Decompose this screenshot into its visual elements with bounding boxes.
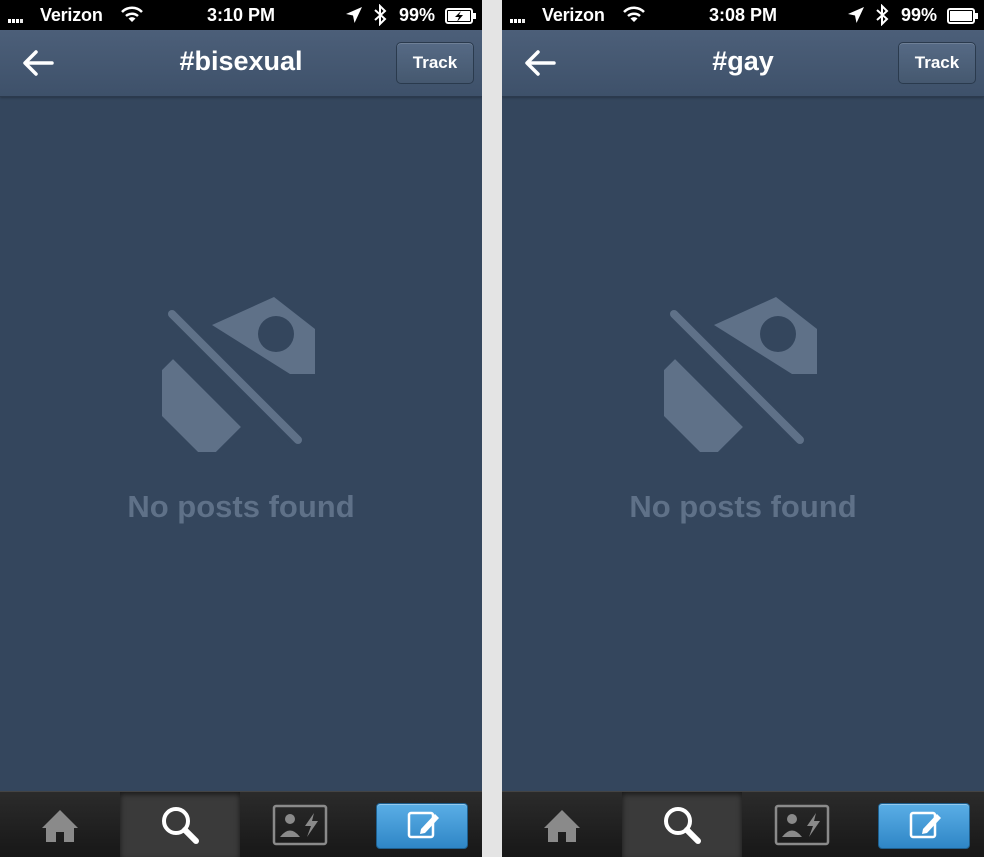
page-title: #gay bbox=[712, 46, 774, 76]
phone-screen-left: Verizon 3:10 PM 99% #bisexual Track No p… bbox=[0, 0, 482, 857]
tab-home[interactable] bbox=[502, 792, 622, 857]
nav-bar: #bisexual Track bbox=[0, 30, 482, 97]
tab-search[interactable] bbox=[120, 792, 240, 857]
search-icon bbox=[162, 807, 199, 844]
battery-percentage: 99% bbox=[901, 5, 938, 25]
compose-icon bbox=[407, 811, 439, 839]
track-button[interactable]: Track bbox=[898, 42, 976, 84]
back-button[interactable] bbox=[18, 47, 58, 79]
bluetooth-icon bbox=[874, 3, 890, 31]
home-icon bbox=[544, 810, 580, 842]
tag-slash-icon bbox=[641, 292, 824, 461]
bluetooth-icon bbox=[372, 3, 388, 31]
search-icon bbox=[664, 807, 701, 844]
empty-state-message: No posts found bbox=[629, 489, 857, 524]
back-button[interactable] bbox=[520, 47, 560, 79]
status-bar: Verizon 3:10 PM 99% bbox=[0, 0, 482, 30]
tab-compose[interactable] bbox=[360, 792, 480, 857]
tab-compose[interactable] bbox=[862, 792, 982, 857]
compose-icon bbox=[909, 811, 941, 839]
tag-slash-icon bbox=[139, 292, 322, 461]
activity-icon bbox=[272, 804, 328, 846]
activity-icon bbox=[774, 804, 830, 846]
battery-charging-icon bbox=[445, 8, 477, 29]
location-arrow-icon bbox=[847, 6, 865, 29]
tab-activity[interactable] bbox=[240, 792, 360, 857]
compose-button[interactable] bbox=[878, 803, 970, 849]
track-button[interactable]: Track bbox=[396, 42, 474, 84]
home-icon bbox=[42, 810, 78, 842]
left-arrow-icon bbox=[525, 50, 556, 76]
status-bar: Verizon 3:08 PM 99% bbox=[502, 0, 984, 30]
battery-percentage: 99% bbox=[399, 5, 436, 25]
compose-button[interactable] bbox=[376, 803, 468, 849]
battery-icon bbox=[947, 8, 979, 29]
phone-screen-right: Verizon 3:08 PM 99% #gay Track No posts … bbox=[502, 0, 984, 857]
page-title: #bisexual bbox=[179, 46, 303, 76]
tab-bar bbox=[502, 791, 984, 857]
tab-bar bbox=[0, 791, 482, 857]
tab-activity[interactable] bbox=[742, 792, 862, 857]
tab-home[interactable] bbox=[0, 792, 120, 857]
location-arrow-icon bbox=[345, 6, 363, 29]
left-arrow-icon bbox=[23, 50, 54, 76]
screenshot-divider bbox=[482, 0, 502, 857]
tab-search[interactable] bbox=[622, 792, 742, 857]
empty-state-message: No posts found bbox=[127, 489, 355, 524]
nav-bar: #gay Track bbox=[502, 30, 984, 97]
